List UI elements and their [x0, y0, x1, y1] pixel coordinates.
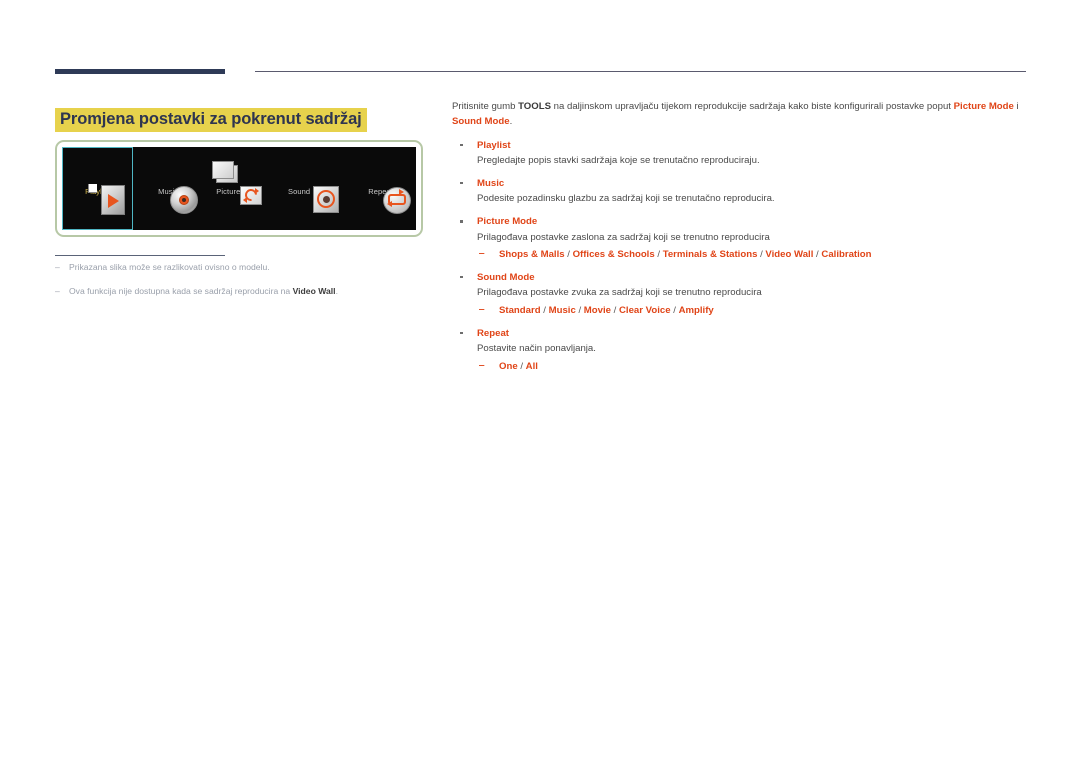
option-value: Amplify [678, 305, 714, 317]
option-value: Movie [583, 305, 611, 317]
header-rule-thick [55, 69, 225, 74]
option-value: Calibration [821, 249, 872, 261]
setting-item-music: Music Podesite pozadinsku glazbu za sadrž… [452, 177, 1026, 207]
bullet-list: Playlist Pregledajte popis stavki sadržaj… [452, 139, 1026, 374]
bullet-dot-icon [460, 331, 463, 334]
osd-item-playlist[interactable]: Playlist [62, 147, 133, 230]
setting-description: Postavite način ponavljanja. [477, 342, 596, 354]
option-value: All [525, 360, 538, 372]
option-separator: / [540, 305, 549, 317]
setting-description: Prilagođava postavke zaslona za sadržaj … [477, 231, 770, 243]
option-value: Video Wall [765, 249, 814, 261]
setting-description: Prilagođava postavke zvuka za sadržaj ko… [477, 287, 762, 299]
setting-term: Repeat [477, 327, 509, 339]
option-value: Music [548, 305, 576, 317]
option-value: Terminals & Stations [662, 249, 758, 261]
page-title: Promjena postavki za pokrenut sadržaj [55, 108, 367, 133]
setting-item-picture-mode: Picture Mode Prilagođava postavke zaslona… [452, 215, 1026, 263]
header-rule-thin [255, 71, 1026, 72]
note-text: Prikazana slika može se razlikovati ovis… [69, 262, 270, 272]
bullet-dot-icon [460, 143, 463, 147]
intro-text-1: Pritisnite gumb [452, 101, 519, 112]
osd-figure: Playlist Music Picture Mode Sound Mode Repea… [55, 140, 423, 237]
sub-dash-icon: ‒ [479, 359, 485, 371]
note-item: ‒ Prikazana slika može se razlikovati ovi… [55, 262, 415, 274]
setting-term: Picture Mode [477, 216, 538, 228]
notes-divider [55, 255, 225, 256]
intro-text-4: . [509, 115, 513, 127]
setting-item-playlist: Playlist Pregledajte popis stavki sadržaj… [452, 139, 1026, 169]
intro-tools-key: TOOLS [518, 101, 551, 112]
osd-item-repeat[interactable]: Repeat [345, 147, 416, 230]
option-value: One [499, 360, 518, 372]
intro-text-3: i [1013, 101, 1019, 112]
option-separator: / [517, 360, 526, 372]
setting-options-row: ‒ Shops & Malls / Offices & Schools / Ter… [477, 248, 1026, 262]
option-separator: / [564, 249, 573, 261]
setting-options-row: ‒ One / All [477, 360, 1026, 374]
content-column: Pritisnite gumb TOOLS na daljinskom upra… [452, 100, 1026, 382]
intro-sound-mode: Sound Mode [452, 115, 510, 127]
osd-item-music[interactable]: Music [133, 147, 204, 230]
note-dash-icon: ‒ [55, 285, 60, 296]
osd-item-sound-mode[interactable]: Sound Mode [274, 147, 345, 230]
setting-term: Sound Mode [477, 271, 535, 283]
bullet-dot-icon [460, 275, 463, 279]
option-separator: / [575, 305, 584, 317]
option-separator: / [654, 249, 663, 261]
sub-dash-icon: ‒ [479, 304, 485, 316]
setting-item-repeat: Repeat Postavite način ponavljanja. ‒ One /… [452, 327, 1026, 375]
setting-term: Playlist [477, 139, 511, 151]
option-value: Clear Voice [619, 305, 671, 317]
notes-list: ‒ Prikazana slika može se razlikovati ovi… [55, 262, 415, 309]
note-text: Ova funkcija nije dostupna kada se sadrž… [69, 285, 293, 296]
bullet-dot-icon [460, 220, 463, 223]
osd-panel: Playlist Music Picture Mode Sound Mode Repea… [62, 147, 416, 230]
setting-item-sound-mode: Sound Mode Prilagođava postavke zvuka za … [452, 271, 1026, 319]
setting-description: Podesite pozadinsku glazbu za sadržaj ko… [477, 193, 775, 205]
option-value: Standard [499, 305, 541, 317]
note-dash-icon: ‒ [55, 262, 60, 272]
option-value: Shops & Malls [499, 249, 565, 261]
note-emphasis: Video Wall [292, 285, 336, 296]
intro-text-2: na daljinskom upravljaču tijekom reprodu… [551, 101, 954, 112]
sub-dash-icon: ‒ [479, 248, 485, 260]
osd-item-picture-mode[interactable]: Picture Mode [204, 147, 275, 230]
intro-paragraph: Pritisnite gumb TOOLS na daljinskom upra… [452, 100, 1026, 130]
intro-picture-mode: Picture Mode [953, 101, 1014, 112]
note-item: ‒ Ova funkcija nije dostupna kada se sadr… [55, 286, 415, 298]
setting-term: Music [477, 177, 505, 189]
option-separator: / [670, 305, 679, 317]
setting-description: Pregledajte popis stavki sadržaja koje s… [477, 155, 760, 167]
option-value: Offices & Schools [572, 249, 655, 261]
setting-options-row: ‒ Standard / Music / Movie / Clear Voice … [477, 304, 1026, 318]
option-separator: / [611, 305, 619, 317]
note-text-tail: . [335, 285, 338, 296]
bullet-dot-icon [460, 181, 463, 185]
